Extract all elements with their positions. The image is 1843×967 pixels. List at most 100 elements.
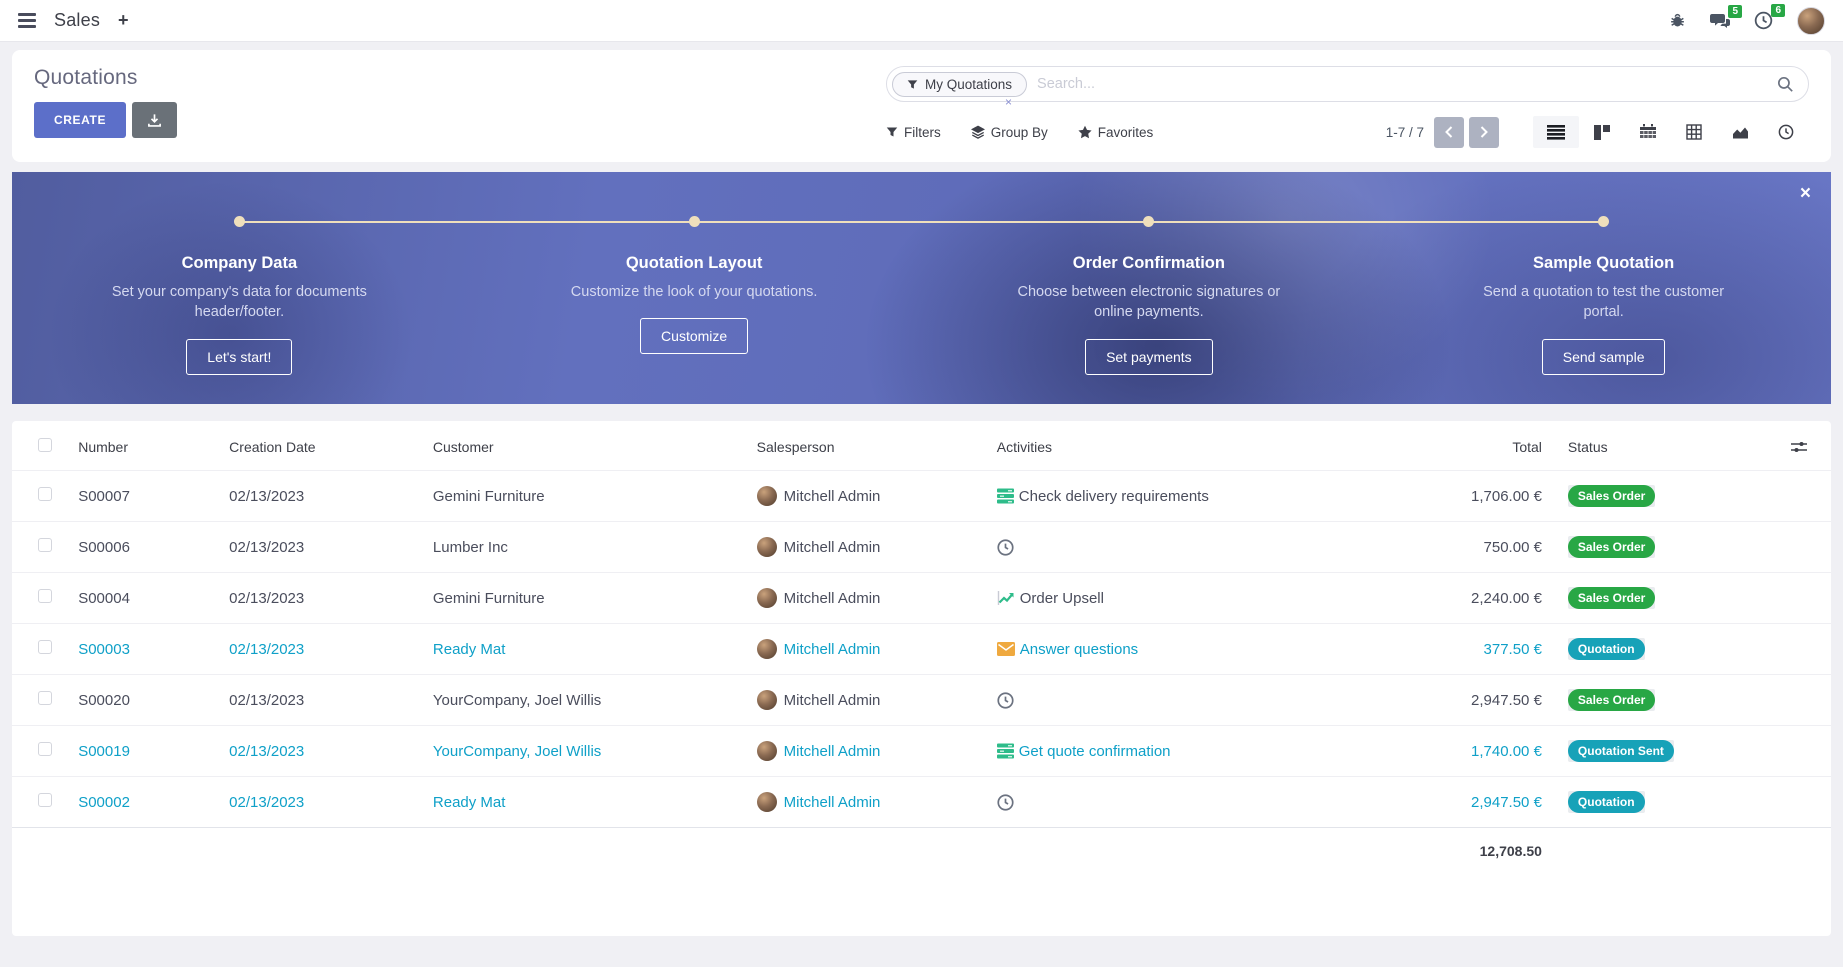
control-panel: Quotations CREATE My Quotations × Search… <box>12 50 1831 162</box>
footer-total: 12,708.50 <box>1385 828 1560 875</box>
export-button[interactable] <box>132 102 177 138</box>
clock-icon[interactable]: 6 <box>1754 11 1773 30</box>
tasks-activity-icon[interactable] <box>997 743 1014 759</box>
table-footer-row: 12,708.50 <box>12 828 1831 875</box>
column-header-customer[interactable]: Customer <box>425 421 749 471</box>
create-button[interactable]: CREATE <box>34 102 126 138</box>
group-by-menu[interactable]: Group By <box>971 125 1048 140</box>
upsell-chart-activity-icon[interactable] <box>997 590 1015 606</box>
search-facet-my-quotations[interactable]: My Quotations × <box>892 72 1027 97</box>
row-creation-date[interactable]: 02/13/2023 <box>221 471 425 522</box>
pager-next-button[interactable] <box>1469 117 1499 148</box>
email-activity-icon[interactable] <box>997 642 1015 656</box>
row-number[interactable]: S00003 <box>70 624 221 675</box>
row-customer[interactable]: Ready Mat <box>425 624 749 675</box>
favorites-label: Favorites <box>1098 125 1154 140</box>
row-creation-date[interactable]: 02/13/2023 <box>221 675 425 726</box>
search-bar[interactable]: My Quotations × Search... <box>886 66 1809 102</box>
facet-label: My Quotations <box>925 77 1012 92</box>
table-row[interactable]: S00002 02/13/2023 Ready Mat Mitchell Adm… <box>12 777 1831 828</box>
table-row[interactable]: S00020 02/13/2023 YourCompany, Joel Will… <box>12 675 1831 726</box>
table-row[interactable]: S00019 02/13/2023 YourCompany, Joel Will… <box>12 726 1831 777</box>
funnel-icon <box>886 126 898 138</box>
row-creation-date[interactable]: 02/13/2023 <box>221 726 425 777</box>
column-header-salesperson[interactable]: Salesperson <box>749 421 989 471</box>
table-row[interactable]: S00004 02/13/2023 Gemini Furniture Mitch… <box>12 573 1831 624</box>
column-header-number[interactable]: Number <box>70 421 221 471</box>
calendar-view-icon[interactable] <box>1625 116 1671 148</box>
optional-columns-button[interactable] <box>1767 421 1831 471</box>
step-action-button[interactable]: Customize <box>640 318 748 354</box>
hamburger-icon[interactable] <box>18 13 36 28</box>
activity-view-icon[interactable] <box>1763 116 1809 148</box>
add-tab-icon[interactable]: + <box>118 10 129 31</box>
row-creation-date[interactable]: 02/13/2023 <box>221 573 425 624</box>
step-action-button[interactable]: Set payments <box>1085 339 1213 375</box>
chat-icon[interactable]: 5 <box>1710 12 1730 30</box>
close-icon[interactable]: × <box>1800 184 1811 203</box>
clock-activity-icon[interactable] <box>997 539 1014 556</box>
clock-activity-icon[interactable] <box>997 692 1014 709</box>
row-number[interactable]: S00020 <box>70 675 221 726</box>
list-view-icon[interactable] <box>1533 116 1579 148</box>
row-salesperson: Mitchell Admin <box>784 692 881 709</box>
table-row[interactable]: S00007 02/13/2023 Gemini Furniture Mitch… <box>12 471 1831 522</box>
row-number[interactable]: S00007 <box>70 471 221 522</box>
table-row[interactable]: S00003 02/13/2023 Ready Mat Mitchell Adm… <box>12 624 1831 675</box>
row-checkbox[interactable] <box>38 793 52 807</box>
row-number[interactable]: S00019 <box>70 726 221 777</box>
row-customer[interactable]: Lumber Inc <box>425 522 749 573</box>
column-header-status[interactable]: Status <box>1560 421 1767 471</box>
onboarding-step: Company Data Set your company's data for… <box>12 172 467 404</box>
row-activity <box>997 539 1378 556</box>
row-checkbox[interactable] <box>38 640 52 654</box>
step-action-button[interactable]: Let's start! <box>186 339 292 375</box>
table-row[interactable]: S00006 02/13/2023 Lumber Inc Mitchell Ad… <box>12 522 1831 573</box>
row-number[interactable]: S00004 <box>70 573 221 624</box>
pager-previous-button[interactable] <box>1434 117 1464 148</box>
kanban-view-icon[interactable] <box>1579 116 1625 148</box>
step-dot-icon <box>1598 216 1609 227</box>
row-creation-date[interactable]: 02/13/2023 <box>221 522 425 573</box>
activity-label: Order Upsell <box>1020 590 1104 607</box>
column-header-activities[interactable]: Activities <box>989 421 1386 471</box>
row-checkbox[interactable] <box>38 742 52 756</box>
row-total: 2,947.50 € <box>1385 675 1560 726</box>
row-checkbox[interactable] <box>38 691 52 705</box>
row-activity: Answer questions <box>997 641 1378 658</box>
row-creation-date[interactable]: 02/13/2023 <box>221 624 425 675</box>
column-header-creation-date[interactable]: Creation Date <box>221 421 425 471</box>
bug-icon[interactable] <box>1669 12 1686 29</box>
filters-menu[interactable]: Filters <box>886 125 941 140</box>
step-title: Quotation Layout <box>467 254 922 273</box>
row-customer[interactable]: Gemini Furniture <box>425 471 749 522</box>
row-checkbox[interactable] <box>38 538 52 552</box>
column-header-total[interactable]: Total <box>1385 421 1560 471</box>
tasks-activity-icon[interactable] <box>997 488 1014 504</box>
favorites-menu[interactable]: Favorites <box>1078 125 1154 140</box>
row-number[interactable]: S00006 <box>70 522 221 573</box>
select-all-checkbox[interactable] <box>38 438 52 452</box>
app-name[interactable]: Sales <box>54 10 100 31</box>
row-checkbox[interactable] <box>38 589 52 603</box>
row-creation-date[interactable]: 02/13/2023 <box>221 777 425 828</box>
pivot-view-icon[interactable] <box>1671 116 1717 148</box>
chevron-left-icon <box>1444 126 1454 138</box>
row-customer[interactable]: Gemini Furniture <box>425 573 749 624</box>
graph-view-icon[interactable] <box>1717 116 1763 148</box>
status-badge: Quotation <box>1568 638 1645 660</box>
step-description: Customize the look of your quotations. <box>562 282 827 302</box>
row-customer[interactable]: YourCompany, Joel Willis <box>425 726 749 777</box>
facet-remove-icon[interactable]: × <box>1005 95 1012 109</box>
step-action-button[interactable]: Send sample <box>1542 339 1666 375</box>
row-number[interactable]: S00002 <box>70 777 221 828</box>
row-checkbox[interactable] <box>38 487 52 501</box>
user-avatar[interactable] <box>1797 7 1825 35</box>
chevron-right-icon <box>1479 126 1489 138</box>
search-icon[interactable] <box>1777 76 1794 93</box>
row-total: 1,706.00 € <box>1385 471 1560 522</box>
row-customer[interactable]: Ready Mat <box>425 777 749 828</box>
row-customer[interactable]: YourCompany, Joel Willis <box>425 675 749 726</box>
clock-activity-icon[interactable] <box>997 794 1014 811</box>
search-input[interactable]: Search... <box>1037 76 1777 92</box>
